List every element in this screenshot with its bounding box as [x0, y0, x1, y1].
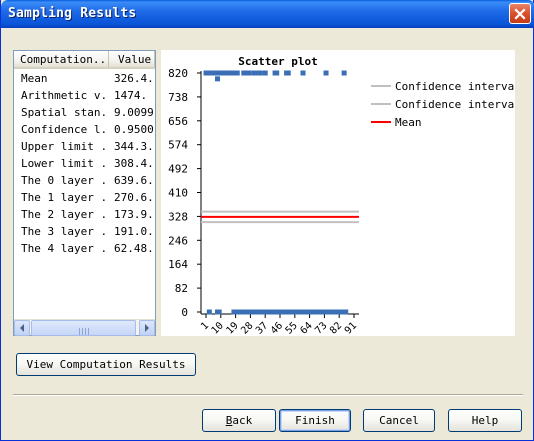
x-tick-label: 10 [210, 320, 226, 336]
legend-label-1: Confidence interval [395, 98, 515, 111]
data-point [206, 309, 212, 315]
cell-value: 270.6. [114, 191, 154, 204]
grip-icon [79, 325, 91, 338]
y-tick-label: 738 [168, 91, 188, 104]
data-point [216, 309, 222, 315]
cell-label: The 2 layer ... [21, 208, 109, 221]
data-point [300, 70, 306, 76]
cell-value: 0.9500 [114, 123, 154, 136]
column-header-computation[interactable]: Computation... [14, 51, 109, 69]
table-row[interactable]: Arithmetic v... 1474. [14, 87, 155, 104]
cancel-button[interactable]: Cancel [363, 409, 435, 432]
cell-label: Upper limit ... [21, 140, 109, 153]
data-point [341, 70, 347, 76]
table-row[interactable]: The 3 layer ... 191.0. [14, 223, 155, 240]
table-row[interactable]: Spatial stan... 9.0099 [14, 104, 155, 121]
cell-value: 1474. [114, 89, 148, 102]
x-tick-label: 46 [269, 320, 285, 336]
cell-label: The 0 layer ... [21, 174, 109, 187]
table-row[interactable]: Lower limit ... 308.4. [14, 155, 155, 172]
close-icon [514, 7, 526, 20]
table-row[interactable]: Upper limit ... 344.3. [14, 138, 155, 155]
back-mnemonic: B [225, 414, 233, 427]
data-point [234, 70, 240, 76]
back-label: Back [225, 414, 253, 427]
arrow-left-icon [20, 324, 24, 332]
table-row[interactable]: The 0 layer ... 639.6. [14, 172, 155, 189]
cell-value: 344.3. [114, 140, 154, 153]
legend-label-2: Mean [395, 116, 422, 129]
cell-label: Mean [21, 72, 48, 85]
y-tick-label: 328 [168, 210, 188, 223]
y-tick-label: 246 [168, 234, 188, 247]
horizontal-scrollbar[interactable] [14, 319, 155, 336]
data-point [246, 70, 252, 76]
scroll-right-button[interactable] [139, 320, 155, 336]
y-tick-label: 574 [168, 139, 188, 152]
cell-value: 191.0. [114, 225, 154, 238]
table-header: Computation... Value [14, 51, 155, 69]
x-tick-label: 73 [313, 320, 329, 336]
help-button[interactable]: Help [448, 409, 522, 432]
x-tick-label: 82 [328, 320, 344, 336]
cell-label: The 1 layer ... [21, 191, 109, 204]
x-tick-label: 19 [224, 320, 240, 336]
y-tick-label: 820 [168, 67, 188, 80]
cell-value: 173.9. [114, 208, 154, 221]
arrow-right-icon [145, 324, 149, 332]
y-tick-label: 82 [175, 282, 188, 295]
chart-title: Scatter plot [238, 55, 317, 68]
scrollbar-thumb[interactable] [31, 320, 136, 336]
cell-value: 308.4. [114, 157, 154, 170]
scroll-left-button[interactable] [14, 320, 30, 336]
divider [13, 394, 523, 396]
x-tick-label: 91 [343, 320, 359, 336]
y-tick-label: 164 [168, 258, 188, 271]
cell-value: 9.0099 [114, 106, 154, 119]
x-tick-label: 28 [239, 320, 255, 336]
table-row[interactable]: The 2 layer ... 173.9. [14, 206, 155, 223]
column-header-value[interactable]: Value [109, 51, 155, 69]
finish-button[interactable]: Finish [279, 409, 351, 432]
table-row[interactable]: The 4 layer ... 62.48. [14, 240, 155, 257]
view-computation-results-button[interactable]: View Computation Results [16, 353, 196, 376]
scatter-chart: Scatter plot 0 82 164 246 328 410 492 574 656 738 8… [161, 50, 515, 336]
data-point [323, 70, 329, 76]
cell-value: 639.6. [114, 174, 154, 187]
data-point [215, 76, 221, 82]
y-tick-label: 656 [168, 115, 188, 128]
cell-label: Spatial stan... [21, 106, 109, 119]
legend-label-0: Confidence interval [395, 80, 515, 93]
results-table[interactable]: Computation... Value Mean 326.4. Arithmet… [13, 50, 156, 336]
y-tick-label: 410 [168, 187, 188, 200]
cell-value: 326.4. [114, 72, 154, 85]
data-point [274, 70, 280, 76]
cell-label: Arithmetic v... [21, 89, 109, 102]
data-point [285, 70, 291, 76]
title-bar[interactable]: Sampling Results [1, 0, 534, 28]
x-tick-label: 1 [199, 320, 211, 332]
cell-value: 62.48. [114, 242, 154, 255]
table-row[interactable]: Confidence l... 0.9500 [14, 121, 155, 138]
sampling-results-dialog: Sampling Results Computation... Value Me… [0, 0, 534, 441]
back-button[interactable]: Back [202, 409, 276, 432]
x-tick-label: 64 [298, 320, 314, 336]
cell-label: The 3 layer ... [21, 225, 109, 238]
y-tick-label: 492 [168, 163, 188, 176]
x-tick-label: 37 [254, 320, 270, 336]
data-point [257, 70, 263, 76]
table-row[interactable]: Mean 326.4. [14, 70, 155, 87]
chart-svg: Scatter plot0821642463284104925746567388… [168, 55, 515, 336]
cell-label: The 4 layer ... [21, 242, 109, 255]
cell-label: Confidence l... [21, 123, 109, 136]
y-tick-label: 0 [181, 306, 188, 319]
cell-label: Lower limit ... [21, 157, 109, 170]
data-point [343, 309, 349, 315]
table-body: Mean 326.4. Arithmetic v... 1474. Spatial … [14, 70, 155, 257]
x-tick-label: 55 [284, 320, 300, 336]
window-title: Sampling Results [8, 6, 137, 21]
table-row[interactable]: The 1 layer ... 270.6. [14, 189, 155, 206]
close-button[interactable] [509, 3, 531, 24]
data-point [262, 70, 268, 76]
